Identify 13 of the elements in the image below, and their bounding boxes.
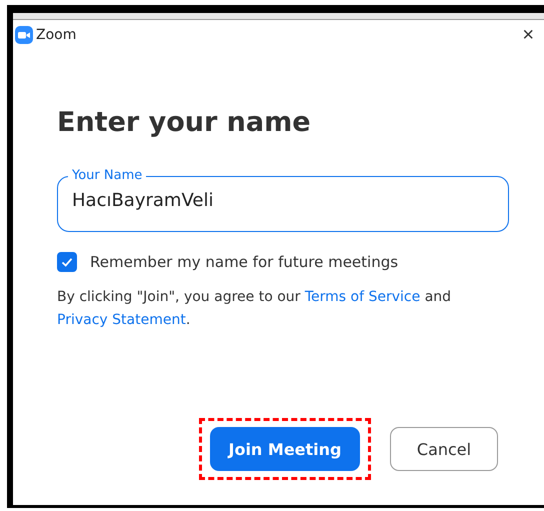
privacy-link[interactable]: Privacy Statement: [57, 312, 186, 328]
close-button[interactable]: ×: [522, 25, 534, 45]
window-title: Zoom: [36, 27, 76, 43]
heading: Enter your name: [57, 107, 312, 138]
cancel-button[interactable]: Cancel: [390, 427, 498, 471]
terms-link[interactable]: Terms of Service: [304, 289, 420, 305]
terms-text: By clicking "Join", you agree to our Terms of Service and Privacy Statement.: [57, 288, 452, 330]
name-field[interactable]: Your Name HacıBayramVeli: [57, 168, 509, 232]
join-button[interactable]: Join Meeting: [210, 427, 360, 471]
checkbox-label[interactable]: Remember my name for future meetings: [90, 253, 398, 271]
field-label: Your Name: [71, 168, 144, 184]
checkbox[interactable]: [57, 252, 77, 272]
name-input[interactable]: HacıBayramVeli: [72, 190, 494, 211]
